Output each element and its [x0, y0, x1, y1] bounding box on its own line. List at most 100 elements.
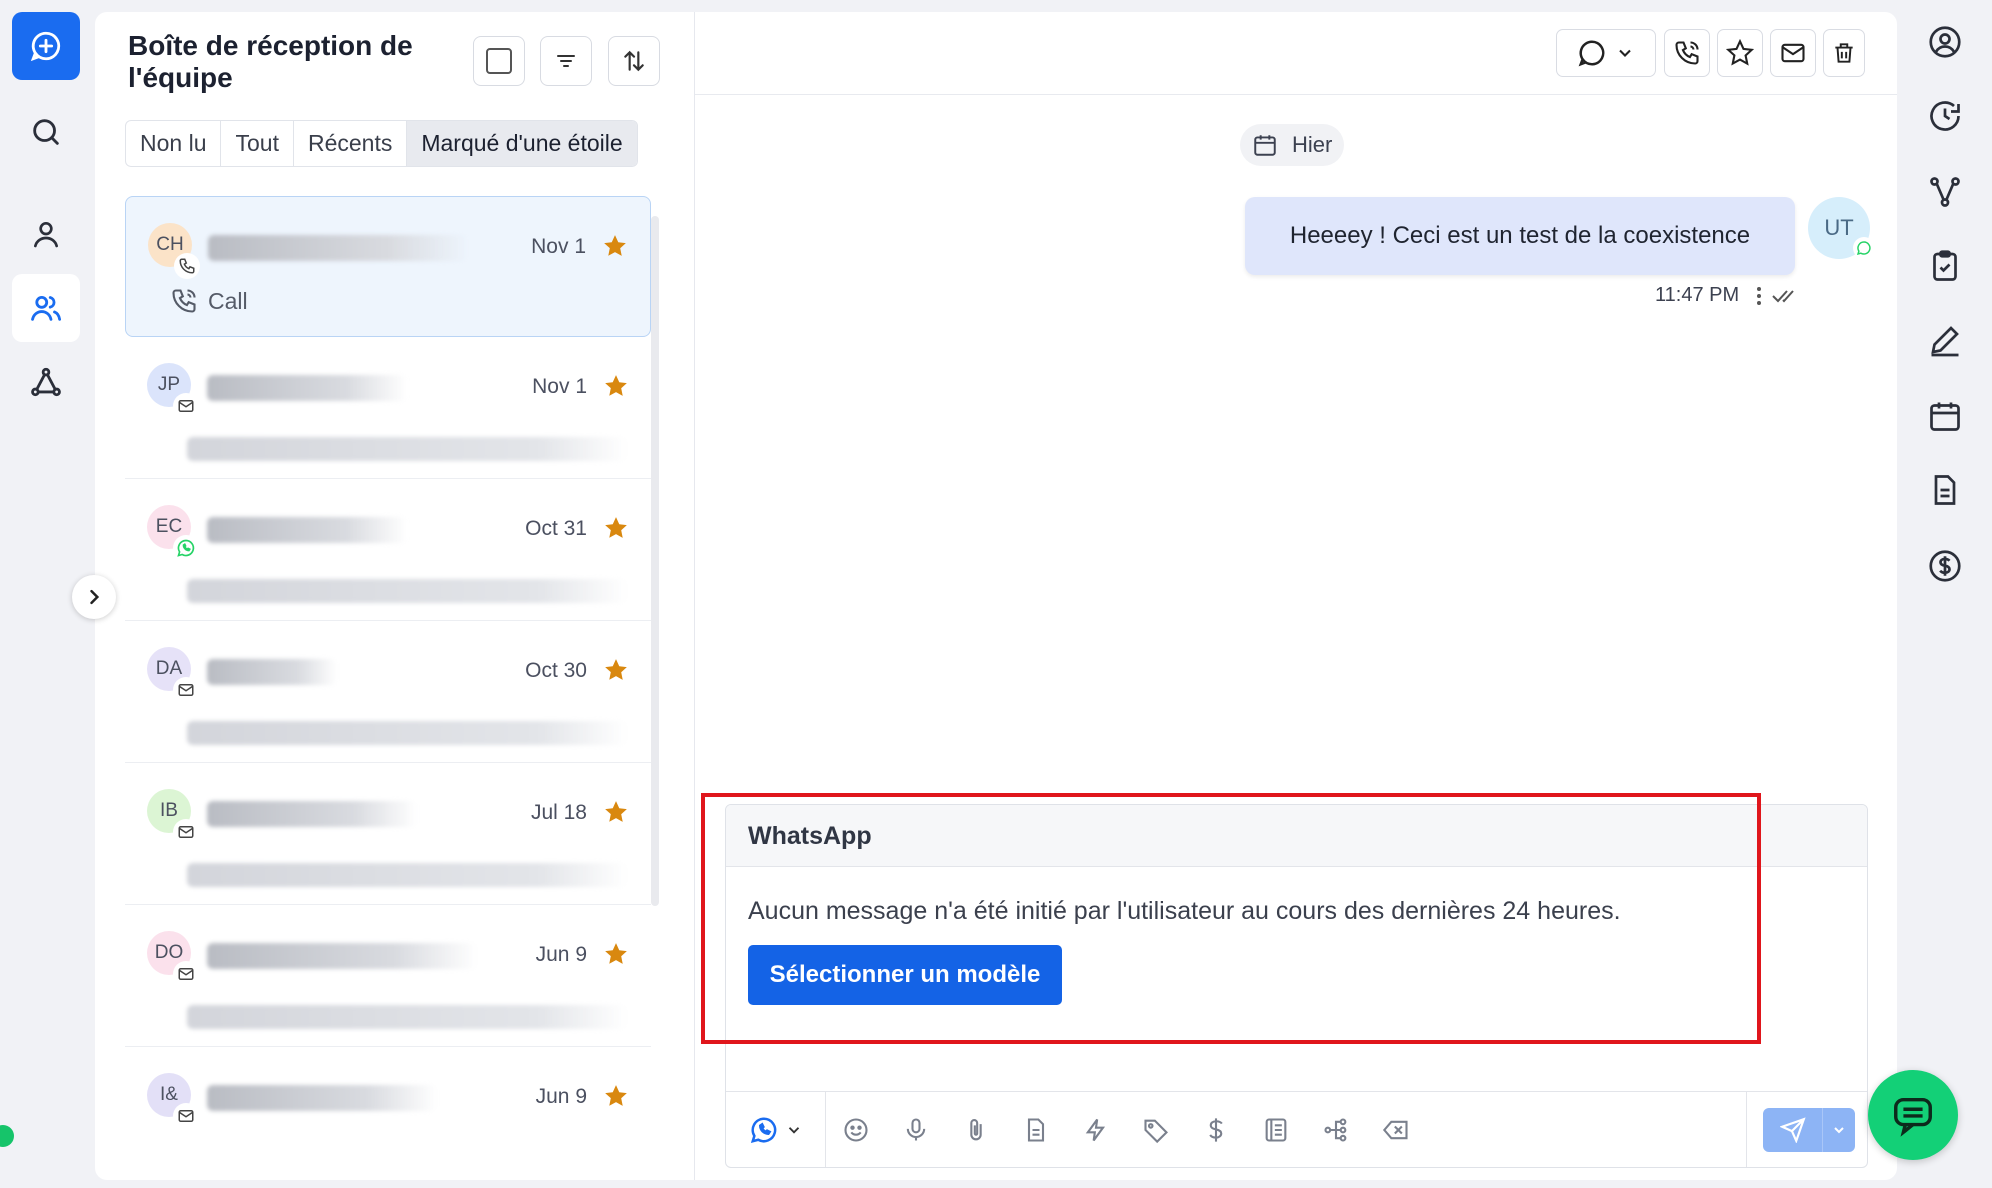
conversation-list: CH Nov 1 Call JP Nov 1 EC Oct 31 DA Oct …	[125, 196, 651, 1180]
email-icon	[173, 677, 199, 703]
conversation-date: Jun 9	[535, 1085, 587, 1108]
call-button[interactable]	[1664, 29, 1710, 77]
conversation-item[interactable]: DA Oct 30	[125, 621, 651, 763]
inbox-panel: Boîte de réception de l'équipe Non lu To…	[95, 12, 695, 1180]
right-sidebar	[1897, 0, 1992, 1188]
document-icon[interactable]	[1925, 470, 1965, 510]
star-icon[interactable]	[603, 657, 629, 683]
conversation-date: Jul 18	[530, 801, 587, 824]
app-logo-chat-icon[interactable]	[12, 12, 80, 80]
document-icon[interactable]	[1006, 1116, 1066, 1144]
outgoing-message-bubble: Heeeey ! Ceci est un test de la coexiste…	[1245, 197, 1795, 275]
select-template-button[interactable]: Sélectionner un modèle	[748, 945, 1062, 1005]
lightning-icon[interactable]	[1066, 1116, 1126, 1144]
tag-icon[interactable]	[1126, 1116, 1186, 1144]
online-status-dot	[0, 1125, 14, 1147]
tab-unread[interactable]: Non lu	[126, 121, 222, 166]
email-icon	[173, 819, 199, 845]
call-preview: Call	[170, 287, 248, 315]
contact-name-redacted	[208, 235, 468, 261]
form-icon[interactable]	[1246, 1116, 1306, 1144]
select-all-checkbox[interactable]	[473, 36, 525, 86]
star-icon[interactable]	[602, 233, 628, 259]
email-button[interactable]	[1770, 29, 1816, 77]
contact-name-redacted	[207, 659, 337, 685]
phone-call-icon	[1675, 41, 1699, 65]
conversation-item[interactable]: JP Nov 1	[125, 337, 651, 479]
history-icon[interactable]	[1925, 96, 1965, 136]
conversation-date: Oct 31	[525, 517, 587, 540]
star-icon[interactable]	[603, 1083, 629, 1109]
composer-channel-title: WhatsApp	[726, 805, 1867, 867]
tab-starred[interactable]: Marqué d'une étoile	[407, 121, 637, 166]
chevron-down-icon	[1619, 49, 1631, 57]
dollar-icon[interactable]	[1186, 1116, 1246, 1144]
paperclip-icon[interactable]	[946, 1116, 1006, 1144]
contact-name-redacted	[207, 801, 417, 827]
whatsapp-window-notice: Aucun message n'a été initié par l'utili…	[748, 897, 1621, 925]
composer-toolbar	[726, 1091, 1867, 1167]
chevron-down-icon	[788, 1126, 799, 1134]
star-icon[interactable]	[603, 941, 629, 967]
whatsapp-icon	[750, 1116, 776, 1143]
chat-support-icon	[1894, 1097, 1932, 1137]
channel-selector[interactable]	[726, 1091, 826, 1167]
email-icon	[173, 393, 199, 419]
more-vertical-icon	[1757, 287, 1761, 305]
chat-toolbar	[695, 12, 1897, 95]
double-check-icon	[1772, 290, 1794, 303]
send-icon	[1779, 1117, 1806, 1143]
conversation-item[interactable]: EC Oct 31	[125, 479, 651, 621]
message-preview-redacted	[187, 1005, 627, 1029]
search-icon[interactable]	[12, 98, 80, 166]
phone-icon	[174, 253, 200, 279]
clipboard-check-icon[interactable]	[1925, 246, 1965, 286]
left-nav	[0, 0, 116, 1188]
conversation-item[interactable]: IB Jul 18	[125, 763, 651, 905]
send-button[interactable]	[1763, 1108, 1823, 1152]
filter-icon	[557, 55, 575, 67]
sort-button[interactable]	[608, 36, 660, 86]
filter-button[interactable]	[540, 36, 592, 86]
conversation-date: Nov 1	[531, 235, 586, 258]
conversation-date: Nov 1	[532, 375, 587, 398]
clear-icon[interactable]	[1366, 1116, 1426, 1144]
conversation-item[interactable]: CH Nov 1 Call	[125, 196, 651, 337]
star-toggle-button[interactable]	[1717, 29, 1763, 77]
conversation-item[interactable]: DO Jun 9	[125, 905, 651, 1047]
microphone-icon[interactable]	[886, 1116, 946, 1144]
conversation-date: Jun 9	[535, 943, 587, 966]
contact-name-redacted	[207, 1085, 437, 1111]
git-branch-icon[interactable]	[1925, 172, 1965, 212]
whatsapp-icon	[1853, 237, 1875, 259]
contacts-user-icon[interactable]	[12, 200, 80, 268]
user-circle-icon[interactable]	[1925, 22, 1965, 62]
team-inbox-users-icon[interactable]	[12, 274, 80, 342]
pencil-icon[interactable]	[1925, 320, 1965, 360]
message-preview-redacted	[187, 721, 627, 745]
expand-sidebar-button[interactable]	[72, 575, 116, 619]
delete-button[interactable]	[1823, 29, 1865, 77]
workflows-triangle-icon[interactable]	[12, 348, 80, 416]
calendar-icon[interactable]	[1925, 396, 1965, 436]
star-icon[interactable]	[603, 799, 629, 825]
send-options-button[interactable]	[1823, 1108, 1855, 1152]
email-icon	[173, 961, 199, 987]
chat-support-fab[interactable]	[1868, 1070, 1958, 1160]
message-composer: WhatsApp Aucun message n'a été initié pa…	[725, 804, 1868, 1168]
sort-icon	[624, 50, 644, 72]
emoji-icon[interactable]	[826, 1116, 886, 1144]
conversation-status-dropdown[interactable]	[1556, 29, 1656, 77]
dollar-circle-icon[interactable]	[1925, 546, 1965, 586]
tab-recent[interactable]: Récents	[294, 121, 408, 166]
phone-call-icon	[172, 289, 196, 313]
workflow-icon[interactable]	[1306, 1116, 1366, 1144]
conversation-list-scrollbar[interactable]	[651, 216, 659, 906]
star-icon[interactable]	[603, 515, 629, 541]
tab-all[interactable]: Tout	[221, 121, 294, 166]
contact-name-redacted	[207, 375, 407, 401]
conversation-item[interactable]: I& Jun 9	[125, 1047, 651, 1180]
toolbar-divider	[1746, 1092, 1747, 1167]
chevron-down-icon	[1834, 1127, 1844, 1134]
star-icon[interactable]	[603, 373, 629, 399]
